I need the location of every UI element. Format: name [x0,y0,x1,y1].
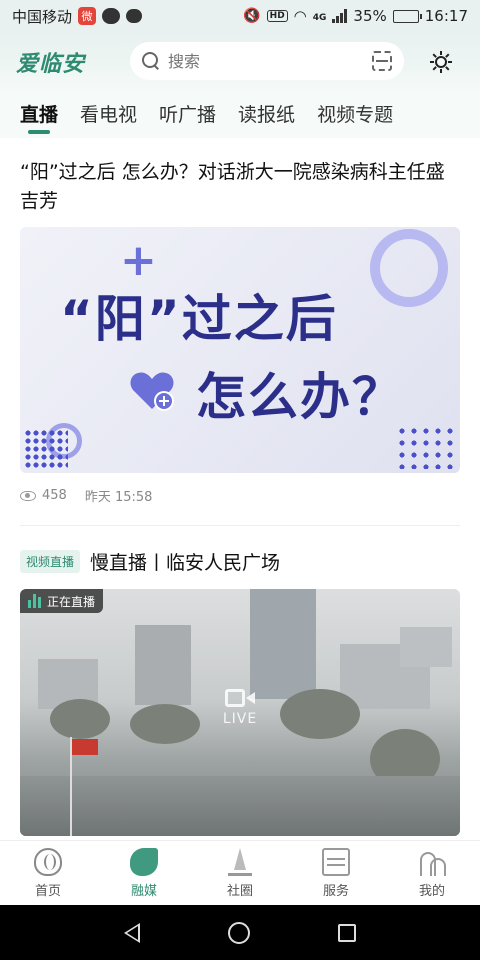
system-navigation-bar [0,905,480,960]
status-bar: 中国移动 微 🔇 HD ◠ 4G 35% 16:17 [0,0,480,32]
nav-label: 社圈 [226,883,253,899]
article-meta: 458 昨天 15:58 [20,486,152,505]
heart-plus-icon [130,372,174,411]
tab-radio[interactable]: 听广播 [159,92,216,138]
dots-decoration [24,429,68,469]
app-logo[interactable]: 爱临安 [16,46,85,78]
category-badge: 视频直播 [20,550,81,573]
decorative-ring [370,229,448,307]
profile-icon [418,848,446,876]
nav-label: 首页 [34,883,61,899]
live-status-badge: 正在直播 [20,589,104,613]
clock: 16:17 [424,7,468,25]
nav-media[interactable]: 融媒 [96,841,192,905]
live-item-header[interactable]: 视频直播 慢直播丨临安人民广场 [20,548,280,575]
app-header: 爱临安 [0,32,480,92]
tab-newspaper[interactable]: 读报纸 [238,92,295,138]
tab-video-topics[interactable]: 视频专题 [317,92,393,138]
network-type-label: 4G [312,13,327,23]
divider [20,525,460,526]
tree [130,704,200,744]
live-bars-icon [28,594,41,608]
battery-icon [392,9,422,23]
signal-icon [332,9,348,23]
hd-icon: HD [266,10,288,22]
carrier-label: 中国移动 [12,7,73,26]
live-item-title[interactable]: 慢直播丨临安人民广场 [90,548,280,575]
wifi-icon: ◠ [293,7,307,25]
community-icon [226,847,254,876]
back-icon[interactable] [124,922,140,943]
home-icon [34,847,62,876]
service-icon [322,847,350,876]
building [400,627,452,667]
building [250,589,316,699]
message-notification-icon [126,9,143,23]
nav-label: 服务 [322,883,349,899]
dots-decoration [396,425,456,469]
flag [72,739,98,755]
article-title[interactable]: “阳”过之后 怎么办？对话浙大一院感染病科主任盛吉芳 [20,158,460,216]
live-overlay[interactable]: LIVE [220,687,260,727]
article-cover-image[interactable]: + “阳”过之后 怎么办？ [20,227,460,473]
recent-apps-icon[interactable] [338,923,356,942]
live-video-thumbnail[interactable]: 正在直播 LIVE [20,589,460,836]
tab-live[interactable]: 直播 [20,92,58,138]
tab-tv[interactable]: 看电视 [80,92,137,138]
media-icon [130,847,158,876]
nav-home[interactable]: 首页 [0,841,96,905]
views-eye-icon [20,490,36,501]
tree [280,689,360,739]
nav-community[interactable]: 社圈 [192,841,288,905]
mute-icon: 🔇 [243,8,261,24]
cover-headline-line1: “阳”过之后 [60,290,338,348]
building [135,625,191,705]
app-notification-icon: 微 [78,7,97,25]
tree [50,699,110,739]
search-bar[interactable] [130,42,404,80]
publish-time: 昨天 15:58 [84,490,153,505]
live-status-label: 正在直播 [47,594,96,609]
nav-label: 融媒 [130,883,157,899]
video-camera-icon [225,687,255,709]
search-icon [142,52,160,70]
bottom-navigation: 首页 融媒 社圈 服务 我的 [0,840,480,905]
road [20,776,460,836]
nav-profile[interactable]: 我的 [384,841,480,905]
nav-label: 我的 [418,883,445,899]
cover-headline-line2: 怎么办？ [196,368,404,426]
battery-percent: 35% [353,7,387,25]
live-label: LIVE [222,711,258,727]
search-input[interactable] [168,51,348,71]
wechat-notification-icon [102,8,121,24]
scan-icon[interactable] [372,51,392,71]
view-count: 458 [42,488,67,503]
theme-toggle-icon[interactable] [430,51,452,73]
home-button-icon[interactable] [228,921,250,944]
category-tabs: 直播 看电视 听广播 读报纸 视频专题 [0,92,480,138]
nav-service[interactable]: 服务 [288,841,384,905]
